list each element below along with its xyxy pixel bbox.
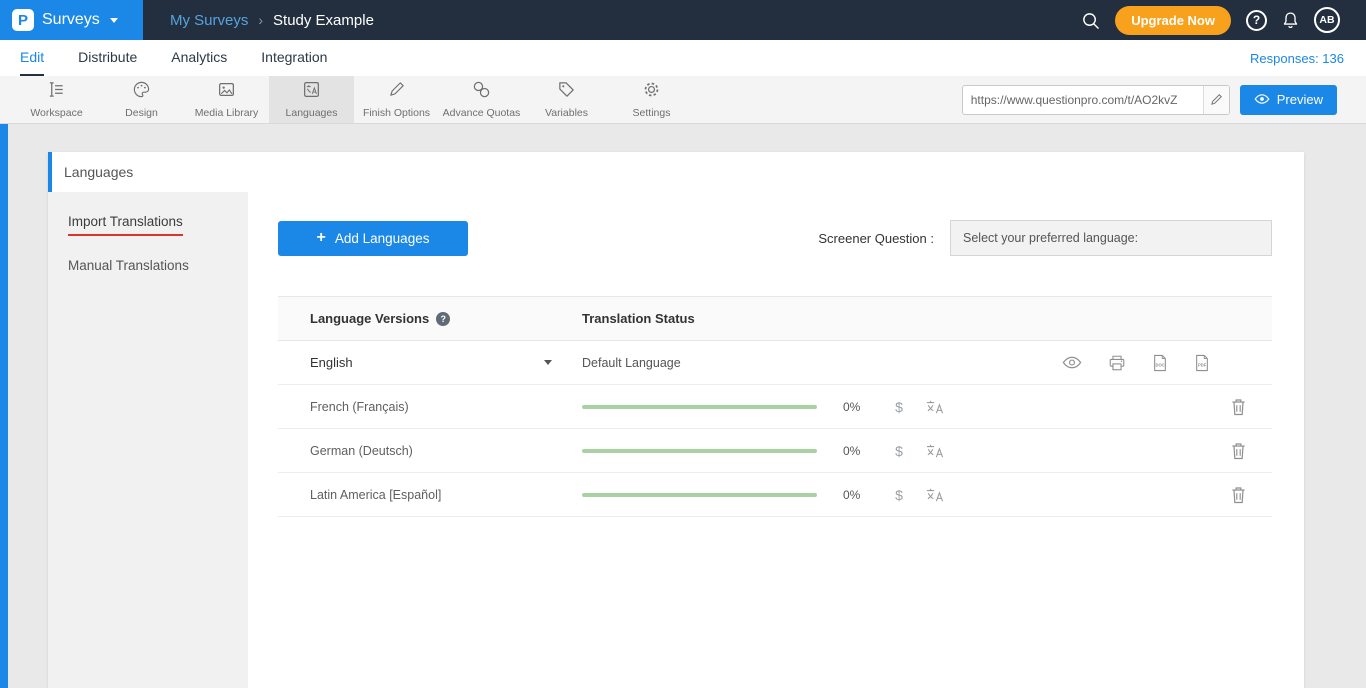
product-switcher[interactable]: P Surveys: [0, 0, 143, 40]
media-library-icon: [217, 80, 236, 104]
panel-sidebar: Import Translations Manual Translations: [48, 192, 248, 688]
tab-analytics[interactable]: Analytics: [171, 40, 227, 76]
questionpro-logo: P: [12, 9, 34, 31]
breadcrumb-current: Study Example: [273, 12, 374, 29]
default-language-select[interactable]: English: [310, 355, 582, 370]
screener-question-group: Screener Question : Select your preferre…: [818, 220, 1272, 256]
help-icon[interactable]: ?: [1246, 10, 1267, 31]
export-pdf-icon[interactable]: PDF: [1194, 354, 1210, 372]
variables-tag-icon: [557, 80, 576, 104]
preview-button[interactable]: Preview: [1240, 85, 1337, 115]
col-translation-status: Translation Status: [582, 311, 695, 326]
languages-icon: [302, 80, 321, 104]
col-language-versions: Language Versions: [310, 311, 429, 326]
delete-language-button[interactable]: [1231, 442, 1246, 460]
panel-header: Languages: [48, 152, 1304, 192]
search-icon[interactable]: [1081, 11, 1100, 30]
notifications-bell-icon[interactable]: [1282, 11, 1299, 30]
survey-url-input[interactable]: [963, 93, 1203, 107]
table-header-row: Language Versions ? Translation Status: [278, 296, 1272, 341]
auto-translate-icon[interactable]: [925, 487, 945, 503]
order-translation-dollar-icon[interactable]: $: [885, 443, 913, 459]
edit-toolbar: Workspace Design Media Library Languages…: [0, 76, 1366, 124]
order-translation-dollar-icon[interactable]: $: [885, 399, 913, 415]
chevron-down-icon: [110, 18, 118, 23]
svg-text:PDF: PDF: [1198, 362, 1207, 367]
app-root: P Surveys My Surveys › Study Example Upg…: [0, 0, 1366, 688]
finish-options-icon: [387, 80, 406, 104]
topbar-actions: Upgrade Now ? AB: [1081, 6, 1366, 35]
default-row-actions: DOC PDF: [1062, 354, 1210, 372]
workspace-icon: [47, 80, 66, 104]
preview-eye-icon: [1254, 92, 1270, 107]
add-languages-button[interactable]: + Add Languages: [278, 221, 468, 256]
screener-question-select[interactable]: Select your preferred language:: [950, 220, 1272, 256]
toolbar-item-media-library[interactable]: Media Library: [184, 76, 269, 123]
advance-quotas-icon: [472, 80, 491, 104]
default-language-status: Default Language: [582, 356, 681, 370]
auto-translate-icon[interactable]: [925, 399, 945, 415]
collapsed-sidebar-strip[interactable]: [0, 124, 8, 688]
edit-url-pencil-icon[interactable]: [1203, 86, 1229, 114]
survey-url-box: [962, 85, 1230, 115]
plus-icon: +: [317, 230, 326, 246]
export-doc-icon[interactable]: DOC: [1152, 354, 1168, 372]
delete-language-button[interactable]: [1231, 486, 1246, 504]
tab-edit[interactable]: Edit: [20, 40, 44, 76]
auto-translate-icon[interactable]: [925, 443, 945, 459]
view-eye-icon[interactable]: [1062, 356, 1082, 369]
languages-table: Language Versions ? Translation Status E…: [278, 296, 1272, 517]
toolbar-item-variables[interactable]: Variables: [524, 76, 609, 123]
sidebar-item-import-translations[interactable]: Import Translations: [68, 214, 248, 236]
chevron-down-icon: [544, 360, 552, 365]
toolbar-item-design[interactable]: Design: [99, 76, 184, 123]
language-row-german: German (Deutsch) 0% $: [278, 429, 1272, 473]
translation-progress-bar: [582, 449, 817, 453]
design-palette-icon: [132, 80, 151, 104]
toolbar-item-languages[interactable]: Languages: [269, 76, 354, 123]
translation-percent: 0%: [843, 400, 873, 414]
order-translation-dollar-icon[interactable]: $: [885, 487, 913, 503]
topbar: P Surveys My Surveys › Study Example Upg…: [0, 0, 1366, 40]
panel-title: Languages: [48, 164, 133, 180]
help-icon[interactable]: ?: [436, 312, 450, 326]
languages-panel: Languages Import Translations Manual Tra…: [48, 152, 1304, 688]
survey-section-tabs: Edit Distribute Analytics Integration Re…: [0, 40, 1366, 76]
upgrade-now-button[interactable]: Upgrade Now: [1115, 6, 1231, 35]
responses-count[interactable]: Responses: 136: [1250, 51, 1344, 66]
screener-question-label: Screener Question :: [818, 231, 934, 246]
delete-language-button[interactable]: [1231, 398, 1246, 416]
toolbar-right: Preview: [962, 76, 1366, 123]
table-row-default-language: English Default Language: [278, 341, 1272, 385]
content-area: Languages Import Translations Manual Tra…: [0, 124, 1366, 688]
gear-icon: [642, 80, 661, 104]
product-name: Surveys: [42, 11, 100, 29]
toolbar-item-settings[interactable]: Settings: [609, 76, 694, 123]
svg-text:DOC: DOC: [1156, 362, 1165, 367]
breadcrumb-separator-icon: ›: [258, 12, 263, 28]
sidebar-item-manual-translations[interactable]: Manual Translations: [68, 258, 248, 273]
translation-progress-bar: [582, 493, 817, 497]
translation-percent: 0%: [843, 444, 873, 458]
toolbar-item-workspace[interactable]: Workspace: [14, 76, 99, 123]
tab-integration[interactable]: Integration: [261, 40, 327, 76]
accent-bar: [48, 152, 52, 192]
translation-progress-bar: [582, 405, 817, 409]
toolbar-item-finish-options[interactable]: Finish Options: [354, 76, 439, 123]
language-row-spanish: Latin America [Español] 0% $: [278, 473, 1272, 517]
translation-percent: 0%: [843, 488, 873, 502]
print-icon[interactable]: [1108, 354, 1126, 372]
breadcrumb-my-surveys[interactable]: My Surveys: [170, 12, 248, 29]
languages-main: + Add Languages Screener Question : Sele…: [248, 192, 1304, 688]
breadcrumb: My Surveys › Study Example: [170, 12, 374, 29]
avatar[interactable]: AB: [1314, 7, 1340, 33]
toolbar-item-advance-quotas[interactable]: Advance Quotas: [439, 76, 524, 123]
language-row-french: French (Français) 0% $: [278, 385, 1272, 429]
tab-distribute[interactable]: Distribute: [78, 40, 137, 76]
